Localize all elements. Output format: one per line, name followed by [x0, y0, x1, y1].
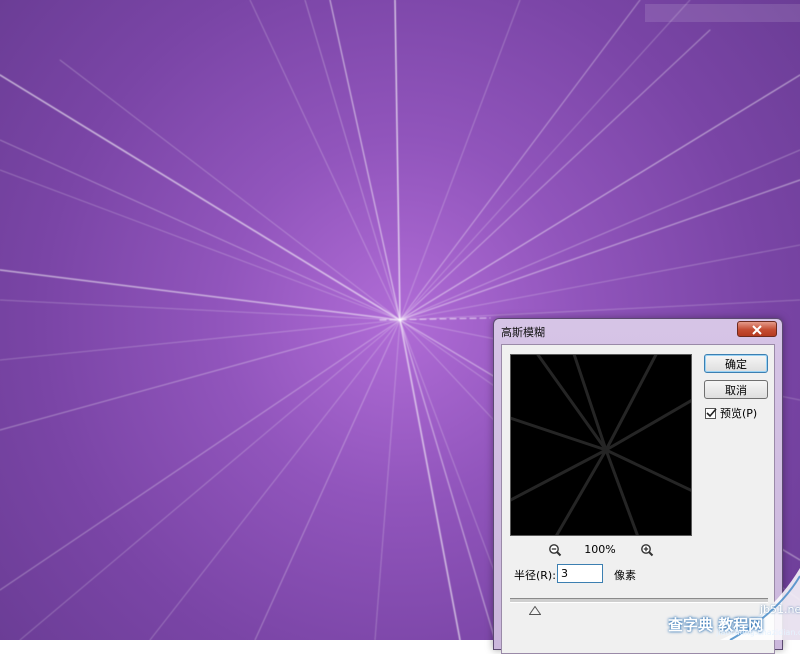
cancel-button[interactable]: 取消 [704, 380, 768, 399]
light-ray [399, 0, 641, 321]
light-ray [19, 319, 401, 640]
dialog-title: 高斯模糊 [501, 326, 545, 339]
light-ray [399, 244, 800, 321]
top-band [645, 4, 800, 22]
light-ray [0, 74, 401, 321]
light-ray [399, 74, 800, 321]
zoom-in-icon[interactable] [640, 542, 654, 561]
preview-checkbox[interactable]: 预览(P) [705, 405, 757, 421]
site-watermark: jb51.net 查字典 教程网 jiaocheng.chazidian.com [660, 568, 800, 641]
close-icon [752, 320, 762, 339]
light-ray [399, 29, 711, 321]
light-ray [254, 319, 401, 640]
dialog-titlebar[interactable]: 高斯模糊 [494, 319, 782, 343]
light-ray [399, 149, 800, 321]
preview-window[interactable] [510, 354, 692, 536]
watermark-subtitle: jiaocheng.chazidian.com [716, 628, 800, 637]
close-button[interactable] [737, 321, 777, 337]
zoom-controls: 100% [510, 541, 692, 559]
preview-label: 预览(P) [720, 407, 758, 420]
light-ray [399, 0, 521, 321]
light-ray [149, 319, 401, 640]
zoom-level: 100% [584, 543, 616, 556]
light-ray [399, 0, 691, 321]
radius-label: 半径(R): [514, 569, 556, 582]
light-ray [399, 179, 800, 321]
unit-label: 像素 [614, 569, 636, 582]
slider-thumb[interactable] [528, 600, 542, 619]
radius-input[interactable] [557, 564, 603, 583]
ok-button[interactable]: 确定 [704, 354, 768, 373]
preview-rays [511, 355, 691, 535]
light-ray [0, 319, 401, 361]
light-ray [304, 0, 401, 321]
light-ray [0, 269, 401, 321]
zoom-out-icon[interactable] [548, 542, 562, 561]
checkbox-checked-icon[interactable] [705, 407, 717, 419]
light-ray [0, 299, 401, 321]
light-ray [329, 0, 401, 321]
light-ray [0, 319, 401, 431]
light-ray [394, 0, 401, 321]
light-ray [374, 319, 401, 640]
watermark-domain: jb51.net [760, 603, 800, 616]
light-ray [0, 319, 401, 591]
light-ray [399, 299, 800, 321]
light-ray [399, 319, 461, 640]
